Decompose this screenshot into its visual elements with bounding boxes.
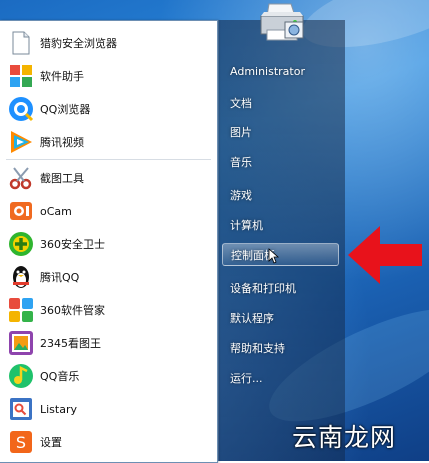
program-item-cheetah-browser[interactable]: 猎豹安全浏览器 <box>0 27 217 59</box>
program-item-snipping-tool[interactable]: 截图工具 <box>0 162 217 194</box>
snipping-tool-icon <box>8 165 34 191</box>
qq-music-icon <box>8 363 34 389</box>
program-label: 设置 <box>40 436 62 449</box>
program-item-ocam[interactable]: oCam <box>0 195 217 227</box>
program-label: 2345看图王 <box>40 337 101 350</box>
2345-image-viewer-icon <box>8 330 34 356</box>
program-label: 截图工具 <box>40 172 84 185</box>
program-item-360-software-manager[interactable]: 360软件管家 <box>0 294 217 326</box>
link-default-programs[interactable]: 默认程序 <box>230 310 274 326</box>
program-label: QQ音乐 <box>40 370 80 383</box>
link-control-panel[interactable]: 控制面板 <box>222 243 339 266</box>
link-documents[interactable]: 文档 <box>230 95 252 111</box>
program-item-software-helper[interactable]: 软件助手 <box>0 60 217 92</box>
software-helper-icon <box>8 63 34 89</box>
settings-icon: S <box>8 429 34 455</box>
divider <box>6 159 211 160</box>
cheetah-browser-icon <box>8 30 34 56</box>
program-label: Listary <box>40 402 78 416</box>
svg-text:S: S <box>16 433 26 452</box>
program-item-listary[interactable]: Listary <box>0 393 217 425</box>
360-security-icon <box>8 231 34 257</box>
watermark: 云南龙网 <box>292 423 397 452</box>
program-label: 腾讯视频 <box>40 136 84 149</box>
program-item-2345-image-viewer[interactable]: 2345看图王 <box>0 327 217 359</box>
printer-icon <box>257 0 307 44</box>
program-label: 360安全卫士 <box>40 238 105 251</box>
program-label: 腾讯QQ <box>40 271 80 284</box>
program-item-settings[interactable]: S 设置 <box>0 426 217 458</box>
start-menu-links-panel: Administrator 文档 图片 音乐 游戏 计算机 控制面板 设备和打印… <box>218 20 345 461</box>
link-help-and-support[interactable]: 帮助和支持 <box>230 340 285 356</box>
link-administrator[interactable]: Administrator <box>230 65 305 78</box>
qq-browser-icon <box>8 96 34 122</box>
360-software-manager-icon <box>8 297 34 323</box>
program-item-tencent-video[interactable]: 腾讯视频 <box>0 126 217 158</box>
program-label: 360软件管家 <box>40 304 105 317</box>
qq-penguin-icon <box>8 264 34 290</box>
tencent-video-icon <box>8 129 34 155</box>
program-label: oCam <box>40 204 72 218</box>
link-games[interactable]: 游戏 <box>230 187 252 203</box>
program-item-qq-music[interactable]: QQ音乐 <box>0 360 217 392</box>
listary-icon <box>8 396 34 422</box>
program-item-qq-browser[interactable]: QQ浏览器 <box>0 93 217 125</box>
mouse-cursor-icon <box>268 248 280 264</box>
link-pictures[interactable]: 图片 <box>230 124 252 140</box>
ocam-icon <box>8 198 34 224</box>
red-arrow-icon <box>346 222 424 288</box>
program-label: 猎豹安全浏览器 <box>40 37 117 50</box>
start-menu-programs-panel: 猎豹安全浏览器 软件助手 QQ浏览器 腾讯视频 截图工具 oCam 360安全卫… <box>0 20 218 463</box>
program-item-360-security[interactable]: 360安全卫士 <box>0 228 217 260</box>
link-run[interactable]: 运行... <box>230 370 263 386</box>
program-label: QQ浏览器 <box>40 103 91 116</box>
link-computer[interactable]: 计算机 <box>230 217 263 233</box>
program-label: 软件助手 <box>40 70 84 83</box>
link-devices-and-printers[interactable]: 设备和打印机 <box>230 280 296 296</box>
link-music[interactable]: 音乐 <box>230 154 252 170</box>
program-item-tencent-qq[interactable]: 腾讯QQ <box>0 261 217 293</box>
